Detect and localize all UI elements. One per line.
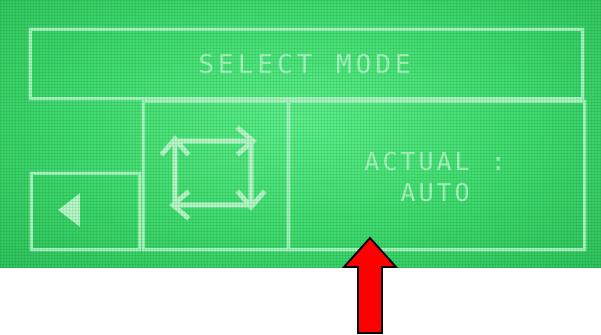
mode-toggle-button[interactable] [142, 100, 290, 251]
lcd-screen: SELECT MODE ACTUAL : AUTO [0, 0, 601, 268]
back-button[interactable] [30, 172, 141, 251]
status-panel: ACTUAL : AUTO [287, 100, 586, 251]
cycle-arrows-icon [159, 125, 267, 221]
left-triangle-icon [58, 193, 80, 227]
red-up-arrow-icon [342, 236, 398, 334]
screen-title: SELECT MODE [198, 50, 415, 80]
title-panel: SELECT MODE [29, 28, 584, 100]
status-label: ACTUAL : [364, 147, 509, 176]
status-value: AUTO [400, 178, 473, 207]
